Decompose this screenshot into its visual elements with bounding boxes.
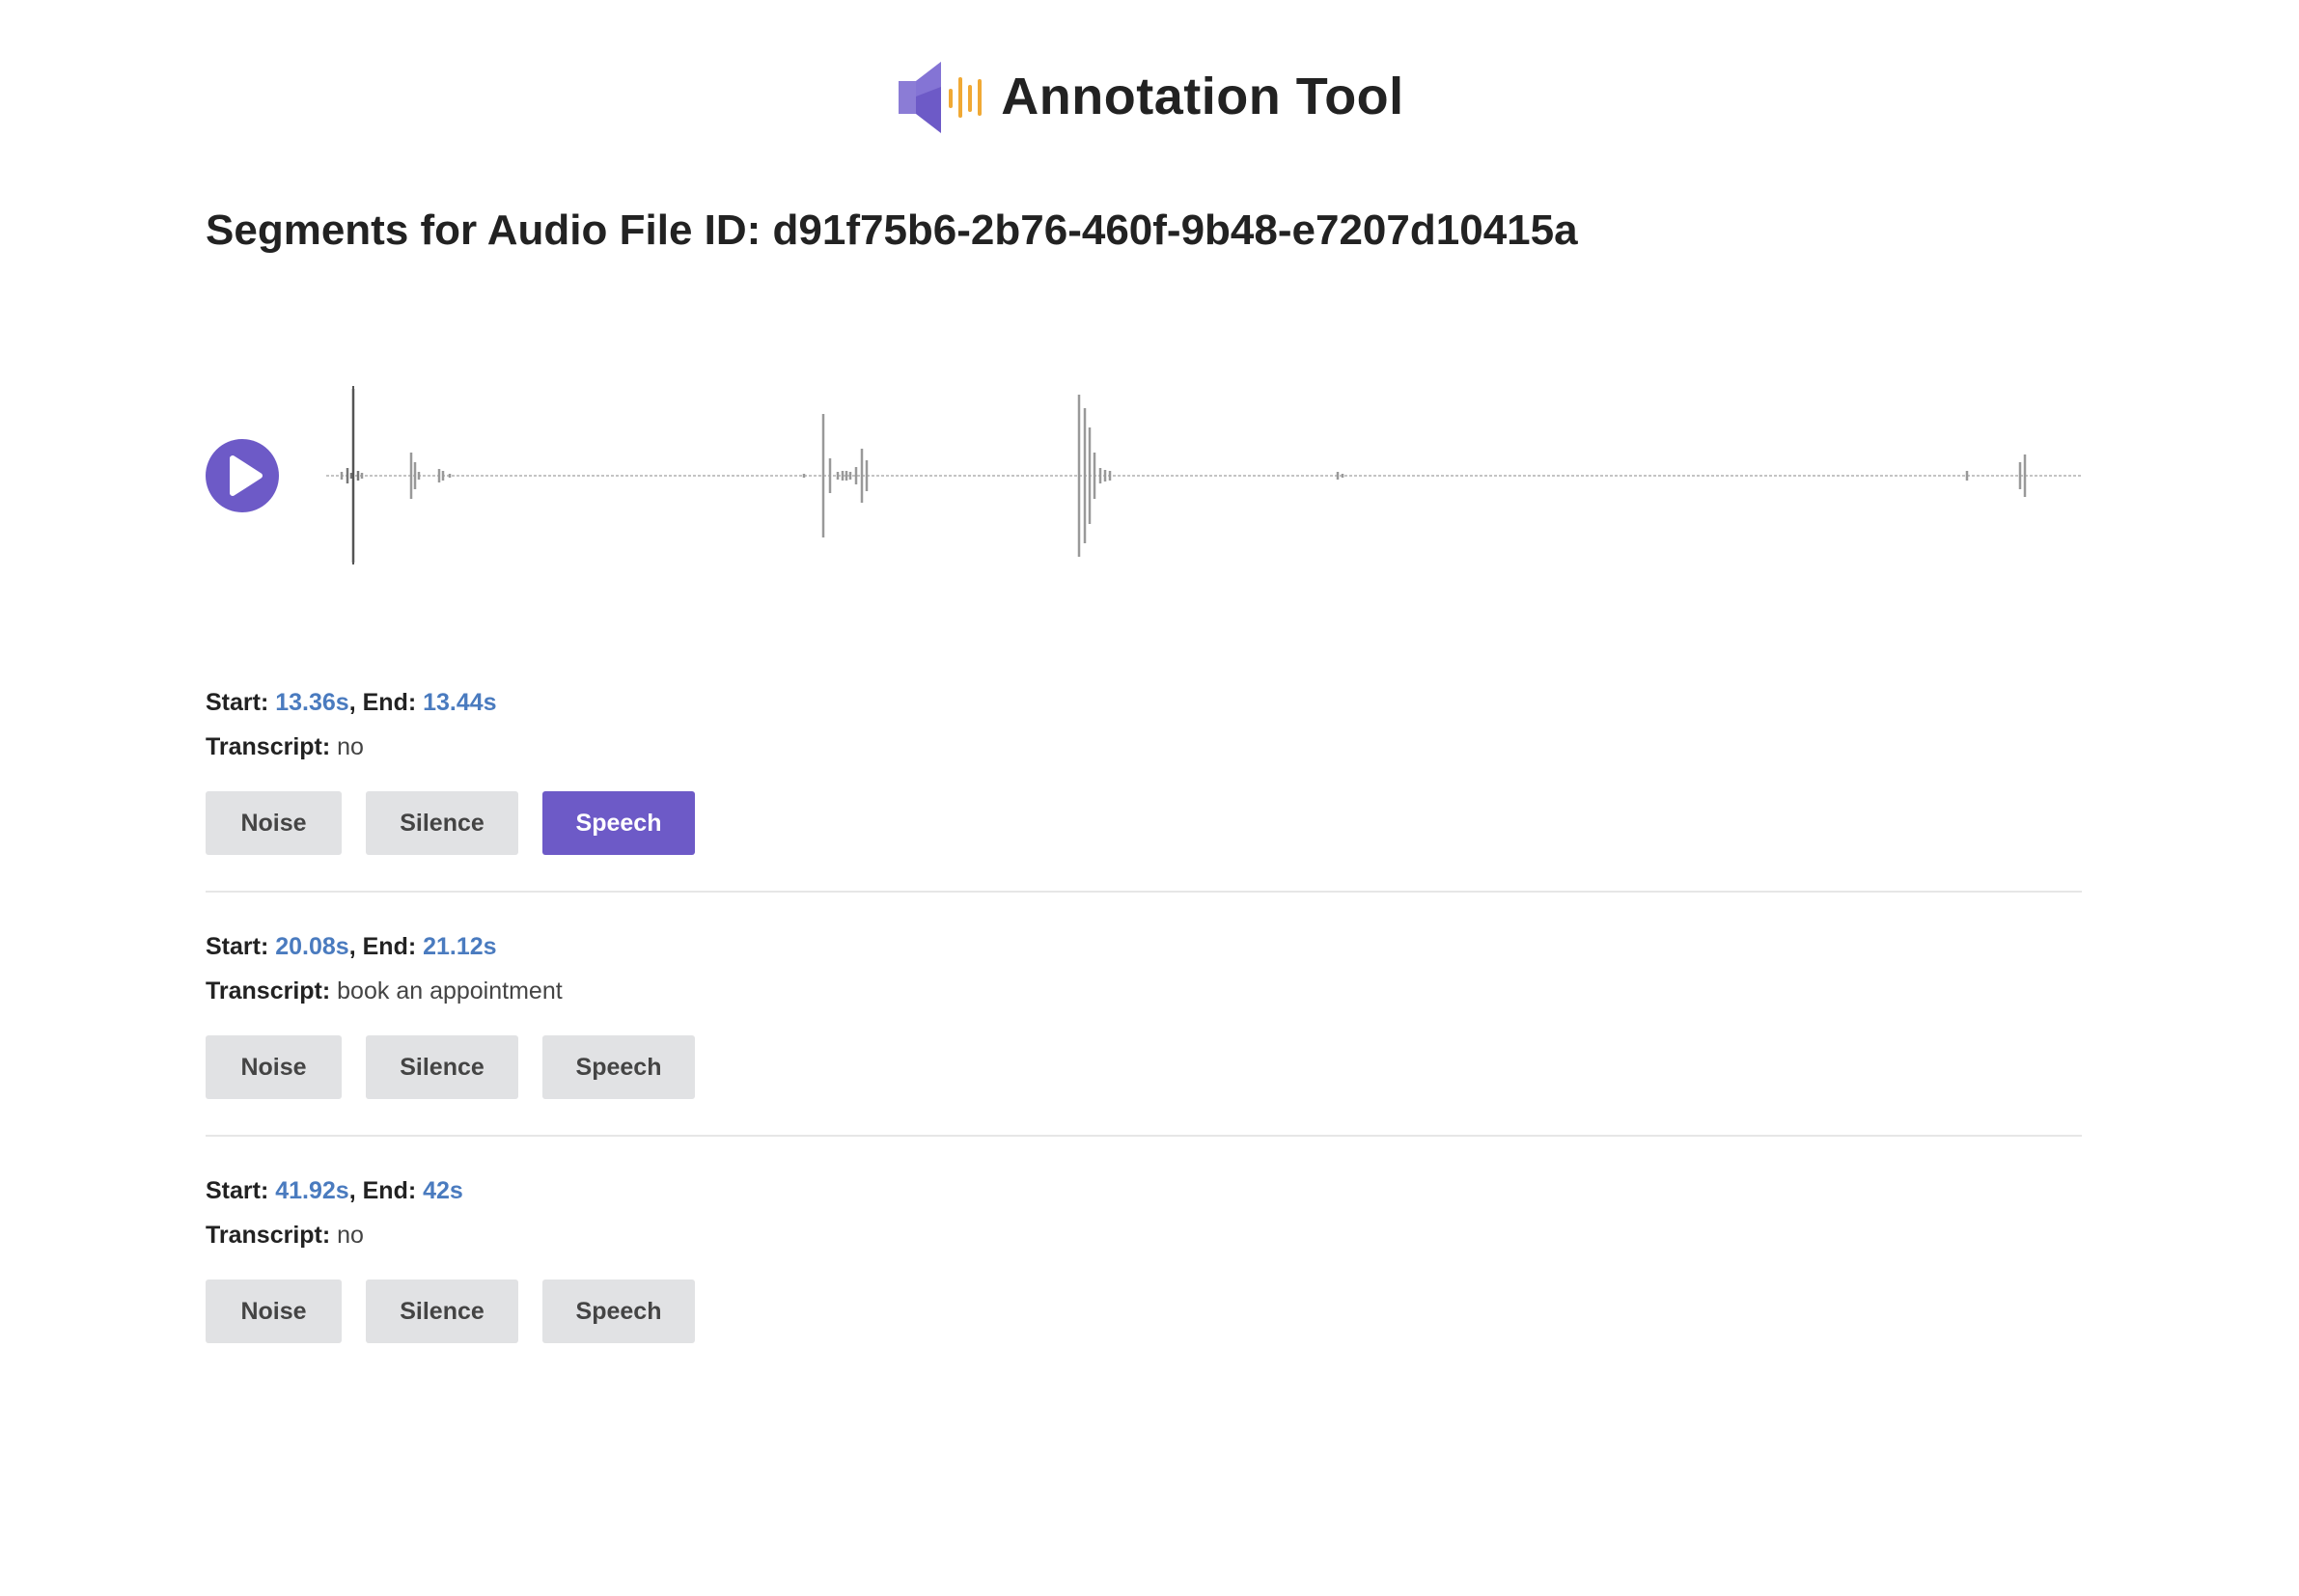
- end-label: End:: [362, 1177, 417, 1204]
- transcript-text: book an appointment: [337, 977, 563, 1004]
- start-label: Start:: [206, 689, 269, 716]
- start-time: 20.08s: [275, 933, 349, 960]
- waveform[interactable]: [326, 381, 2082, 569]
- end-time: 13.44s: [423, 689, 497, 716]
- noise-button[interactable]: Noise: [206, 791, 342, 855]
- app-header: Annotation Tool: [0, 58, 2299, 135]
- label-button-group: Noise Silence Speech: [206, 1280, 719, 1343]
- start-label: Start:: [206, 933, 269, 960]
- start-time: 13.36s: [275, 689, 349, 716]
- speech-button[interactable]: Speech: [542, 1035, 695, 1099]
- page-title: Segments for Audio File ID: d91f75b6-2b7…: [206, 206, 1578, 254]
- play-button[interactable]: [206, 439, 279, 512]
- transcript-label: Transcript:: [206, 733, 331, 760]
- transcript-label: Transcript:: [206, 1222, 331, 1249]
- transcript-text: no: [337, 733, 364, 760]
- transcript-text: no: [337, 1222, 364, 1249]
- end-label: End:: [362, 933, 417, 960]
- audio-player: [206, 381, 2082, 569]
- speech-button[interactable]: Speech: [542, 791, 695, 855]
- segment-transcript: Transcript: book an appointment: [206, 977, 563, 1005]
- silence-button[interactable]: Silence: [366, 1280, 518, 1343]
- transcript-label: Transcript:: [206, 977, 331, 1004]
- silence-button[interactable]: Silence: [366, 1035, 518, 1099]
- start-time: 41.92s: [275, 1177, 349, 1204]
- noise-button[interactable]: Noise: [206, 1035, 342, 1099]
- end-time: 21.12s: [423, 933, 497, 960]
- speech-button[interactable]: Speech: [542, 1280, 695, 1343]
- segment-divider: [206, 1135, 2082, 1137]
- segment-times: Start: 20.08s, End: 21.12s: [206, 933, 497, 960]
- segment-divider: [206, 891, 2082, 893]
- noise-button[interactable]: Noise: [206, 1280, 342, 1343]
- start-label: Start:: [206, 1177, 269, 1204]
- label-button-group: Noise Silence Speech: [206, 1035, 719, 1099]
- app-title: Annotation Tool: [1001, 68, 1404, 125]
- silence-button[interactable]: Silence: [366, 791, 518, 855]
- speaker-waveform-icon: [895, 58, 987, 135]
- segment-times: Start: 41.92s, End: 42s: [206, 1177, 463, 1204]
- segment-times: Start: 13.36s, End: 13.44s: [206, 689, 497, 716]
- segment-transcript: Transcript: no: [206, 1221, 364, 1250]
- play-icon: [230, 455, 263, 496]
- end-label: End:: [362, 689, 417, 716]
- label-button-group: Noise Silence Speech: [206, 791, 719, 855]
- end-time: 42s: [423, 1177, 463, 1204]
- segment-transcript: Transcript: no: [206, 732, 364, 761]
